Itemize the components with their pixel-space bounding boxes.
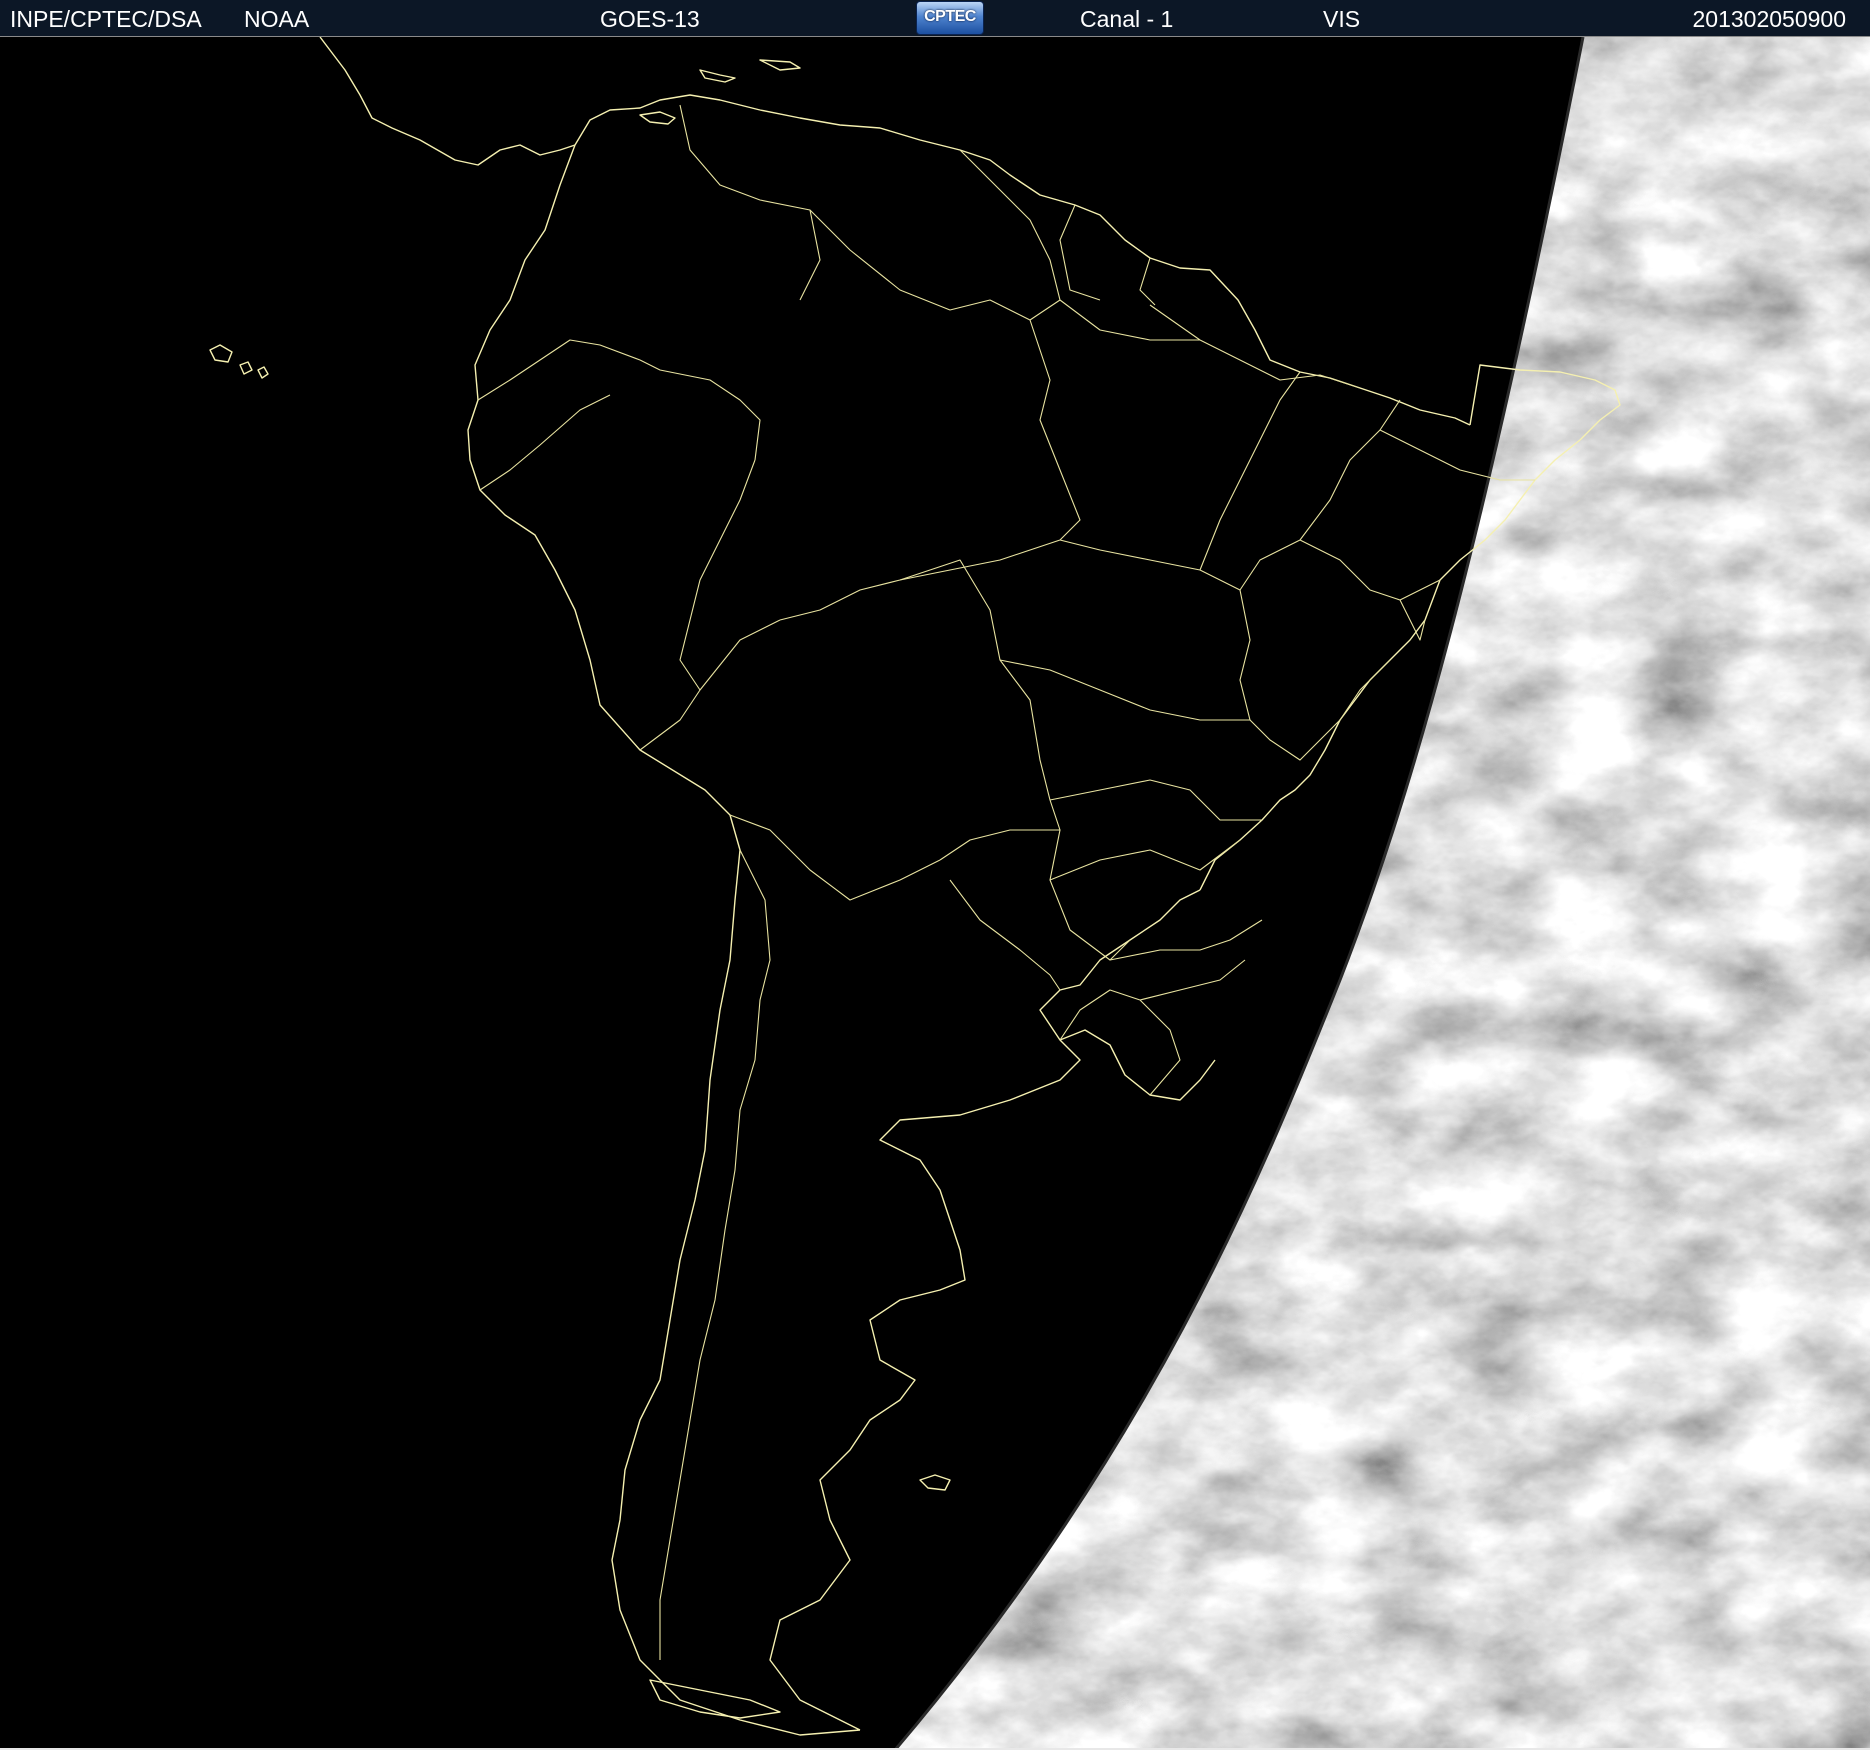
satellite-label: GOES-13 xyxy=(600,6,700,32)
header-bar: INPE/CPTEC/DSA NOAA GOES-13 CPTEC Canal … xyxy=(0,0,1870,37)
agency-label: NOAA xyxy=(244,6,310,32)
band-label: VIS xyxy=(1323,6,1361,32)
map-canvas xyxy=(0,37,1870,1750)
timestamp-label: 201302050900 xyxy=(1692,6,1847,32)
logo-text: CPTEC xyxy=(924,8,976,25)
cptec-logo: CPTEC xyxy=(916,1,984,35)
satellite-map xyxy=(0,37,1870,1750)
org-label: INPE/CPTEC/DSA xyxy=(10,6,202,32)
channel-label: Canal - 1 xyxy=(1080,6,1174,32)
